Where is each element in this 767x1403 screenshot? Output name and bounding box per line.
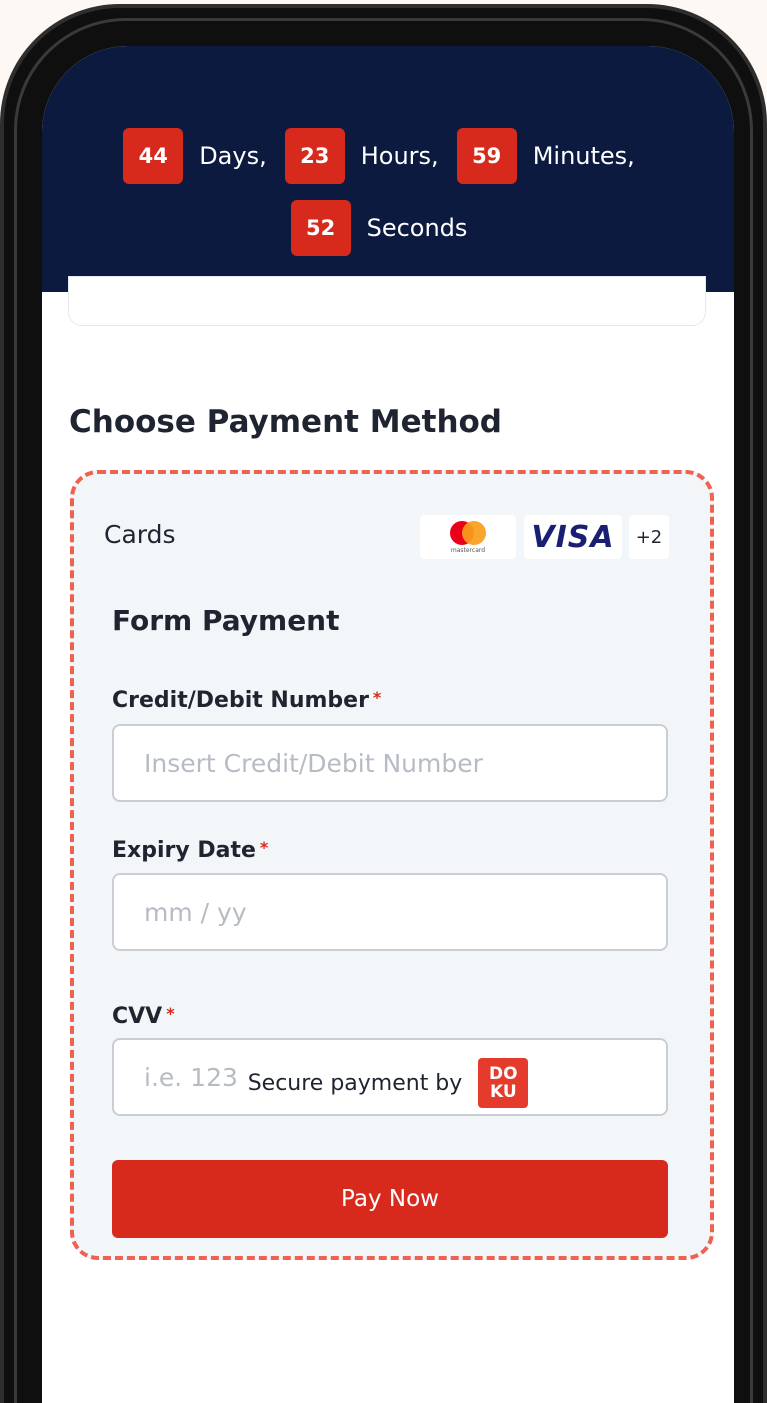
card-number-label-text: Credit/Debit Number — [112, 688, 369, 713]
days-value: 44 — [123, 128, 184, 184]
doku-logo-bottom: KU — [489, 1082, 517, 1102]
doku-logo-top: DO — [489, 1064, 518, 1084]
card-number-field[interactable] — [112, 724, 668, 802]
mastercard-text: mastercard — [450, 547, 486, 554]
countdown-row: 44 Days, 23 Hours, 59 Minutes, — [42, 128, 734, 184]
mastercard-circle-orange — [462, 521, 486, 545]
countdown-banner: 44 Days, 23 Hours, 59 Minutes, 52 Second… — [42, 46, 734, 292]
previous-card — [68, 276, 706, 326]
phone-screen: 44 Days, 23 Hours, 59 Minutes, 52 Second… — [42, 46, 734, 1403]
card-number-input[interactable] — [144, 748, 636, 778]
card-payment-panel: Cards mastercard VISA +2 Form Payment Cr… — [70, 470, 714, 1260]
cvv-label: CVV * — [112, 1004, 175, 1029]
cards-label: Cards — [104, 520, 176, 549]
required-mark: * — [372, 688, 382, 707]
card-number-label: Credit/Debit Number * — [112, 688, 381, 713]
days-label: Days, — [199, 142, 267, 170]
form-title: Form Payment — [112, 604, 340, 637]
pay-now-button[interactable]: Pay Now — [112, 1160, 668, 1238]
expiry-field[interactable] — [112, 873, 668, 951]
secure-payment-footer: Secure payment by DO KU — [42, 1058, 734, 1108]
expiry-input[interactable] — [144, 897, 636, 927]
section-title: Choose Payment Method — [69, 404, 503, 440]
expiry-label-text: Expiry Date — [112, 838, 256, 863]
seconds-label: Seconds — [366, 214, 468, 242]
more-brands-badge[interactable]: +2 — [629, 515, 669, 559]
doku-logo: DO KU — [478, 1058, 529, 1108]
minutes-value: 59 — [456, 128, 517, 184]
seconds-value: 52 — [290, 200, 351, 256]
hours-value: 23 — [284, 128, 345, 184]
mastercard-logo: mastercard — [420, 515, 516, 559]
countdown-row-seconds: 52 Seconds — [42, 200, 734, 256]
secure-payment-text: Secure payment by — [247, 1070, 463, 1096]
expiry-label: Expiry Date * — [112, 838, 268, 863]
required-mark: * — [166, 1004, 175, 1023]
required-mark: * — [259, 838, 269, 857]
visa-logo: VISA — [524, 515, 622, 559]
hours-label: Hours, — [360, 142, 439, 170]
cvv-label-text: CVV — [112, 1004, 163, 1029]
minutes-label: Minutes, — [532, 142, 635, 170]
phone-frame: 44 Days, 23 Hours, 59 Minutes, 52 Second… — [0, 4, 767, 1403]
